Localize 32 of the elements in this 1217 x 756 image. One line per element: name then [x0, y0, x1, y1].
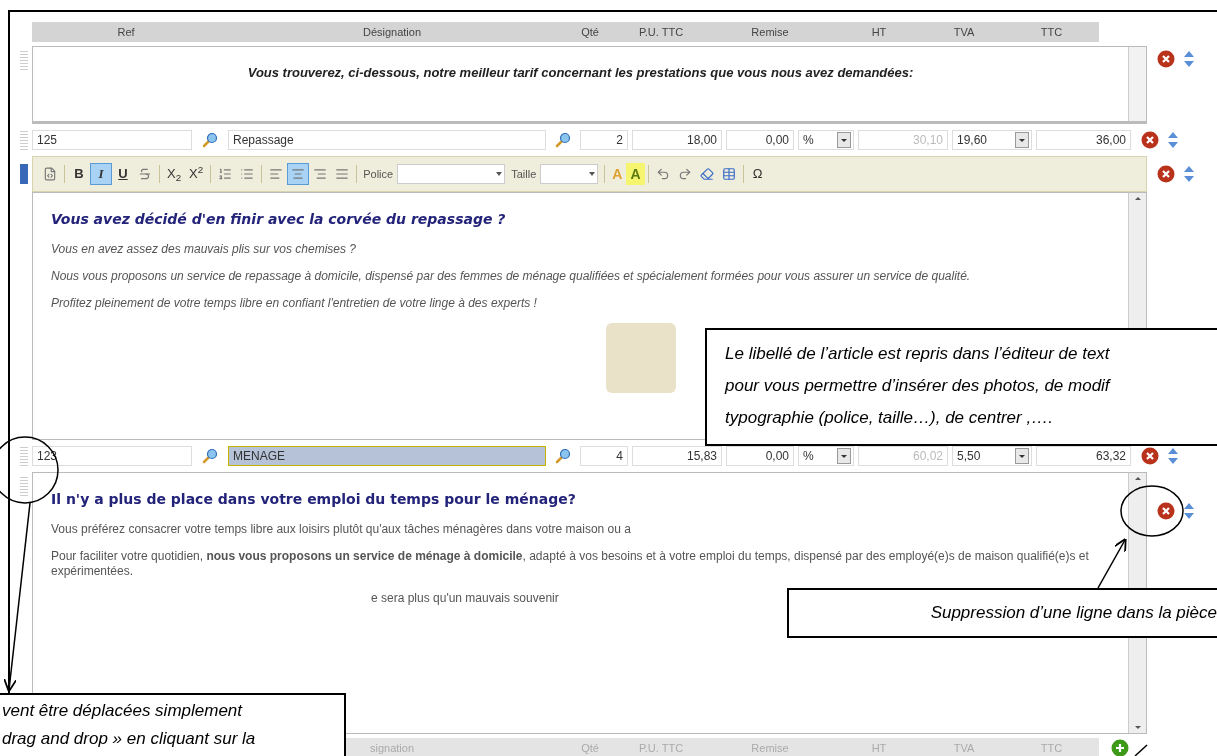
- column-header: Remise: [751, 740, 789, 756]
- editor-paragraph: Nous vous proposons un service de repassage à domicile, dispensé par des femmes de ménage qualifiées et spécialement formées pour vous assurer un service de qualité.: [51, 269, 972, 284]
- column-header: TVA: [953, 740, 975, 756]
- callout-text: vent être déplacées simplement: [2, 700, 244, 722]
- size-label: Taille: [511, 166, 537, 182]
- editor-paragraph: Vous en avez assez des mauvais plis sur vos chemises ?: [51, 242, 358, 257]
- column-header: TVA: [953, 24, 975, 40]
- callout-text: pour vous permettre d’insérer des photos, de modif: [725, 375, 1112, 397]
- editor-paragraph: Pour faciliter votre quotidien, nous vous proposons un service de ménage à domicile, adapté à vos besoins et à votre emploi du temps, dispensé par des employé(e)s de maison qualifié(e)s et expérimentées.: [51, 549, 1090, 579]
- editor-paragraph: e sera plus qu'un mauvais souvenir: [370, 591, 560, 606]
- column-header: P.U. TTC: [638, 24, 684, 40]
- column-header: Qté: [581, 740, 599, 756]
- column-header: Remise: [751, 24, 789, 40]
- editor-heading: Vous avez décidé d'en finir avec la corvée du repassage ?: [51, 210, 507, 229]
- editor-paragraph: Vous préférez consacrer votre temps libre aux loisirs plutôt qu'aux tâches ménagères dans votre maison ou a: [51, 522, 632, 537]
- callout-text: typographie (police, taille…), de centrer ,….: [725, 407, 1054, 429]
- callout-text: Le libellé de l’article est repris dans l’éditeur de text: [725, 343, 1111, 365]
- column-header: HT: [871, 24, 887, 40]
- comment-text: Vous trouverez, ci-dessous, notre meilleur tarif concernant les prestations que vous nous avez demandées:: [246, 64, 915, 82]
- column-header: signation: [369, 740, 414, 756]
- editor-paragraph: Profitez pleinement de votre temps libre en confiant l'entretien de votre linge à des experts !: [51, 296, 538, 311]
- column-header: HT: [871, 740, 887, 756]
- column-header: TTC: [1040, 24, 1063, 40]
- column-header: Désignation: [362, 24, 422, 40]
- font-label: Police: [363, 166, 394, 182]
- callout-text: Suppression d’une ligne dans la pièce: [930, 602, 1217, 624]
- column-header: Qté: [581, 24, 599, 40]
- column-header: P.U. TTC: [638, 740, 684, 756]
- column-header: Ref: [117, 24, 135, 40]
- editor-heading: Il n'y a plus de place dans votre emploi du temps pour le ménage?: [51, 490, 577, 509]
- column-header: TTC: [1040, 740, 1063, 756]
- callout-text: drag and drop » en cliquant sur la: [2, 728, 257, 750]
